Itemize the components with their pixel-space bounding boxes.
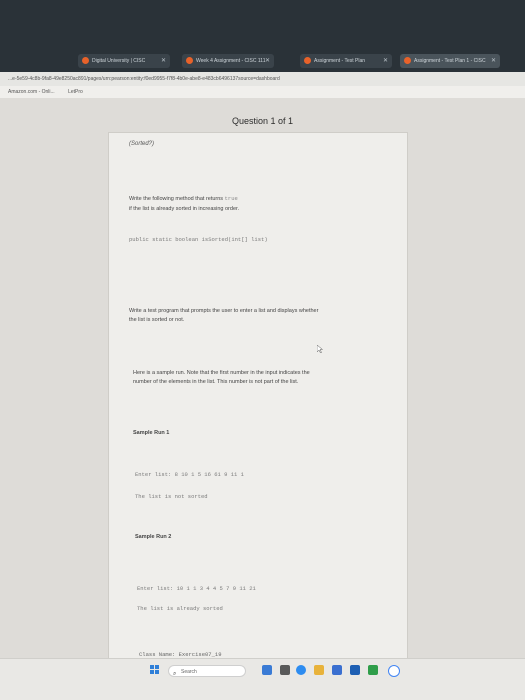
paragraph-3-line-1: Here is a sample run. Note that the firs…: [133, 370, 310, 376]
sample-run-1-output: The list is not sorted: [135, 493, 208, 500]
question-heading: Question 1 of 1: [231, 116, 294, 126]
sample-run-1-title: Sample Run 1: [133, 430, 170, 436]
widgets-icon[interactable]: [262, 665, 272, 675]
bookmark-letpro[interactable]: LetPro: [68, 89, 83, 95]
class-name-footer: Class Name: Exercise07_19: [139, 651, 222, 658]
file-explorer-icon[interactable]: [314, 665, 324, 675]
paragraph-2-line-1: Write a test program that prompts the us…: [129, 308, 319, 314]
tab-assignment-test-plan[interactable]: Assignment - Test Plan ✕: [300, 54, 392, 68]
tab-digital-university[interactable]: Digital University | CISC ✕: [78, 54, 170, 68]
paragraph-2-line-2: the list is sorted or not.: [129, 317, 185, 323]
browser-tab-bar: Digital University | CISC ✕ Week 4 Assign…: [0, 0, 525, 72]
sample-run-2-output: The list is already sorted: [137, 605, 223, 612]
sample-run-2-title: Sample Run 2: [135, 534, 172, 540]
task-view-icon[interactable]: [280, 665, 290, 675]
tab-label: Digital University | CISC: [92, 58, 146, 64]
sample-run-1-input: Enter list: 8 10 1 5 16 61 9 11 1: [135, 471, 244, 478]
excel-icon[interactable]: [368, 665, 378, 675]
windows-start-icon[interactable]: [150, 665, 160, 675]
paragraph-1-line-1: Write the following method that returns …: [129, 195, 238, 203]
taskbar-search-box[interactable]: ⌕ Search: [168, 665, 246, 677]
paragraph-1-line-2: if the list is already sorted in increas…: [129, 206, 240, 212]
method-signature: public static boolean isSorted(int[] lis…: [129, 236, 268, 243]
chrome-browser-icon[interactable]: [388, 665, 400, 677]
address-bar[interactable]: ...e-5e59-4c8b-9fa8-49e8250ac891/pages/u…: [0, 72, 525, 86]
windows-taskbar: ⌕ Search: [0, 658, 525, 700]
mouse-cursor-icon: [317, 345, 323, 353]
site-favicon-icon: [304, 57, 311, 65]
question-card: (Sorted?) Write the following method tha…: [108, 132, 408, 660]
close-icon[interactable]: ✕: [265, 54, 270, 68]
site-favicon-icon: [186, 57, 193, 65]
close-icon[interactable]: ✕: [161, 54, 166, 68]
tab-label: Assignment - Test Plan 1 - CISC: [414, 58, 486, 64]
tab-label: Assignment - Test Plan: [314, 58, 366, 64]
store-icon[interactable]: [350, 665, 360, 675]
site-favicon-icon: [82, 57, 89, 65]
question-title: (Sorted?): [129, 141, 155, 147]
mail-icon[interactable]: [332, 665, 342, 675]
paragraph-1-text: Write the following method that returns: [129, 196, 225, 202]
close-icon[interactable]: ✕: [383, 54, 388, 68]
search-icon: ⌕: [173, 671, 177, 677]
tab-week4-assignment[interactable]: Week 4 Assignment - CISC 111 ✕: [182, 54, 274, 68]
edge-browser-icon[interactable]: [296, 665, 306, 675]
close-icon[interactable]: ✕: [491, 54, 496, 68]
inline-code-true: true: [224, 195, 238, 202]
tab-label: Week 4 Assignment - CISC 111: [196, 58, 266, 64]
bookmarks-bar: Amazon.com - Onli... LetPro: [0, 86, 525, 98]
bookmark-amazon[interactable]: Amazon.com - Onli...: [8, 89, 55, 95]
tab-assignment-active[interactable]: Assignment - Test Plan 1 - CISC ✕: [400, 54, 500, 68]
search-label: Search: [181, 669, 197, 675]
site-favicon-icon: [404, 57, 411, 65]
sample-run-2-input: Enter list: 10 1 1 3 4 4 5 7 9 11 21: [137, 585, 256, 592]
url-text: ...e-5e59-4c8b-9fa8-49e8250ac891/pages/u…: [8, 76, 280, 82]
paragraph-3-line-2: number of the elements in the list. This…: [133, 379, 299, 385]
